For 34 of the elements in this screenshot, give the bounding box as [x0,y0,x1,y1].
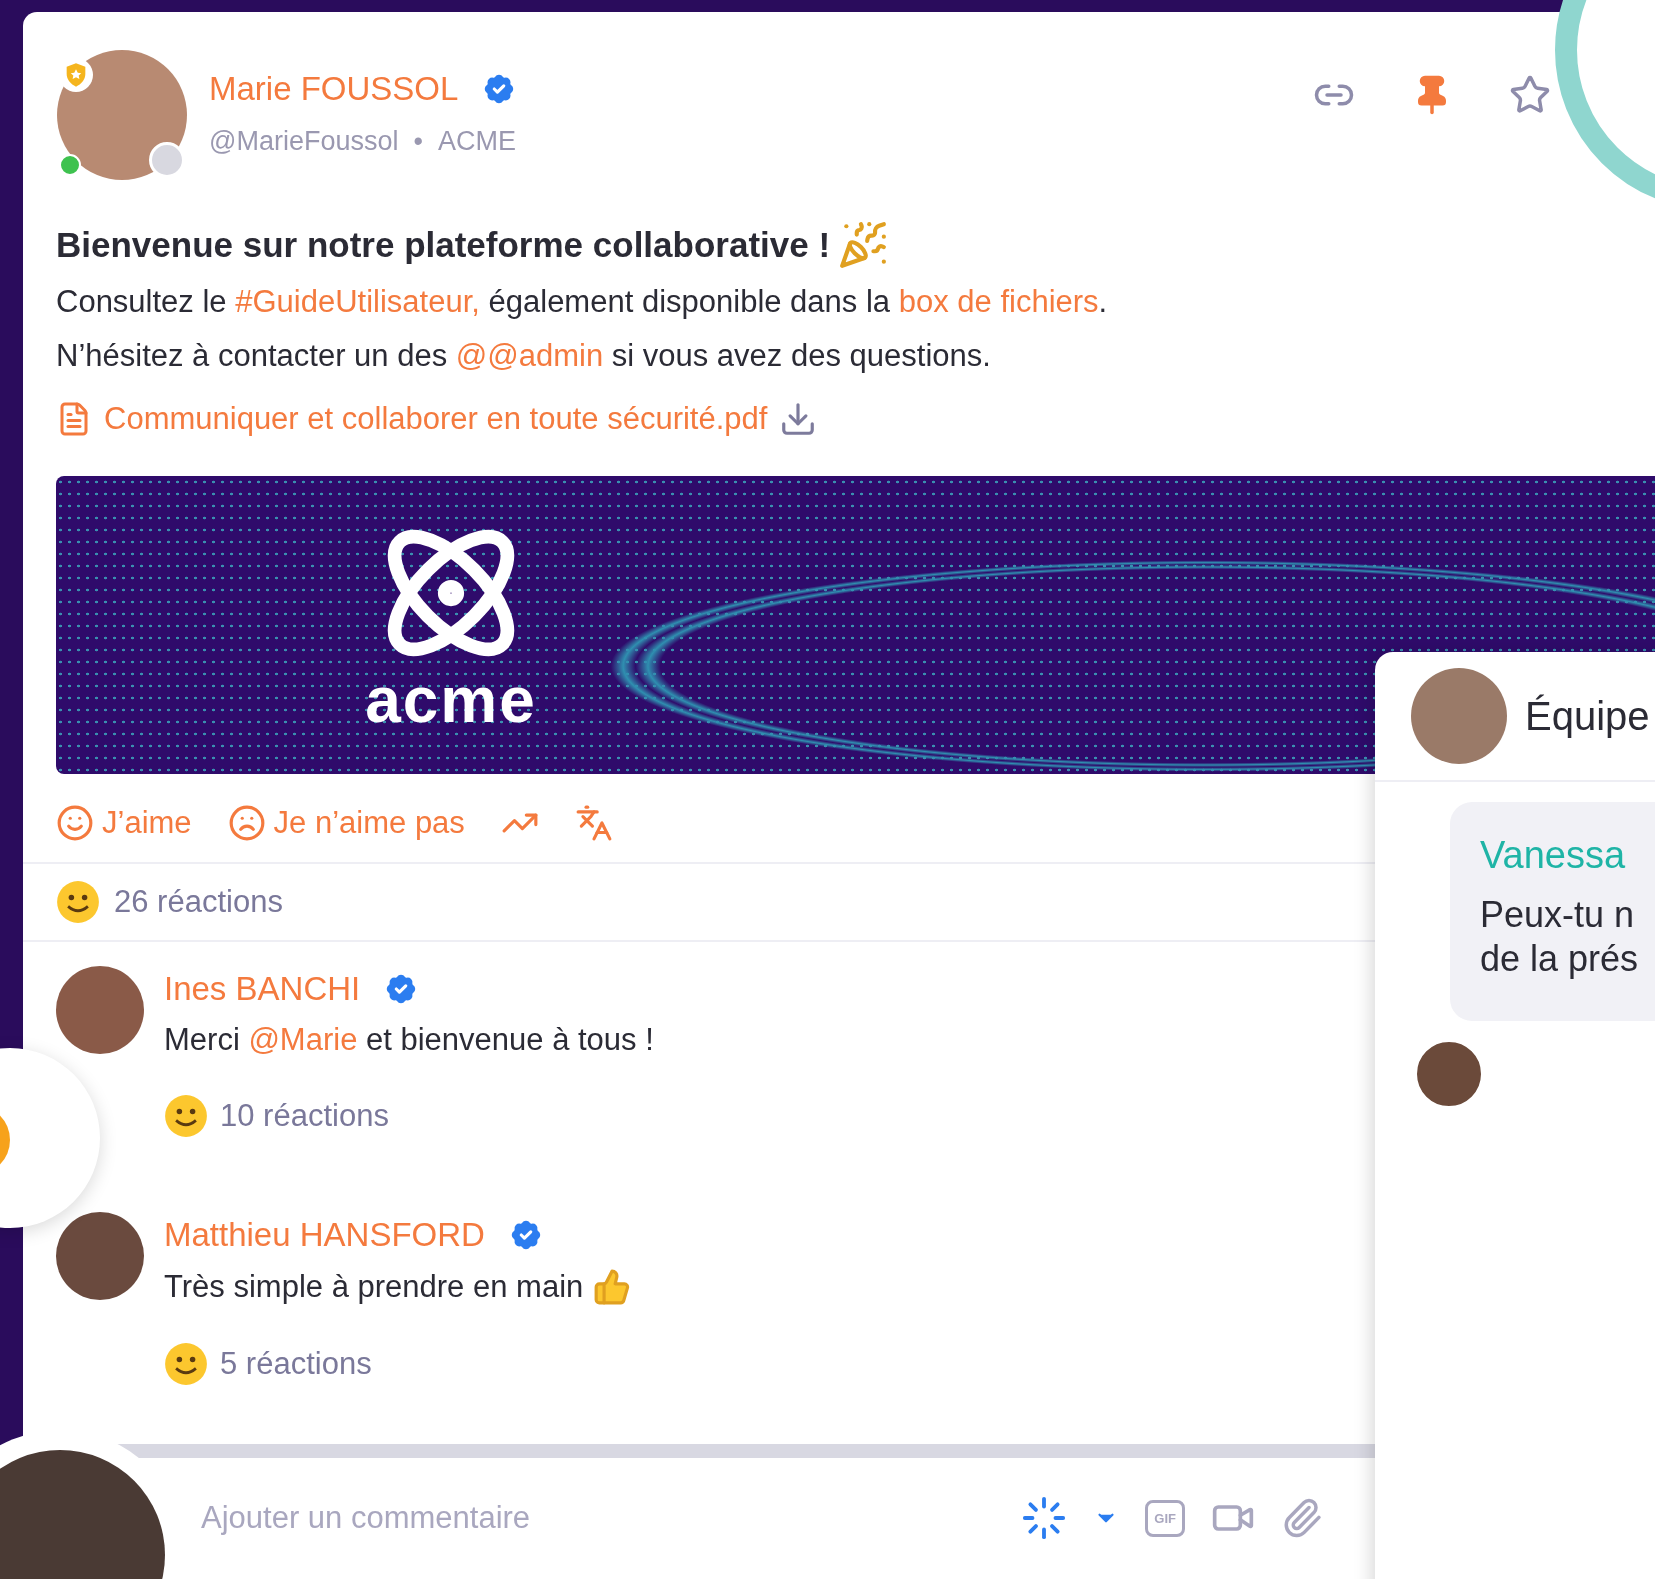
comment-author[interactable]: Ines BANCHI [164,970,361,1008]
smile-icon [56,804,94,842]
author-name[interactable]: Marie FOUSSOL [209,70,459,108]
author-handle: @MarieFoussol • ACME [209,126,517,157]
inline-link[interactable]: @@admin [455,338,604,373]
translate-icon[interactable] [574,804,613,842]
reaction-count[interactable]: 5 réactions [220,1346,372,1382]
inline-link[interactable]: box de fichiers [898,284,1099,319]
attachment-link[interactable]: Communiquer et collaborer en toute sécurité.pdf [104,401,768,437]
reaction-count[interactable]: 26 réactions [114,884,283,920]
star-icon[interactable] [1509,74,1551,116]
smiley-emoji-icon [164,1094,208,1138]
like-button[interactable]: J’aime [56,804,192,842]
reaction-count[interactable]: 10 réactions [220,1098,389,1134]
comment-text: Très simple à prendre en main [164,1268,632,1306]
post-title: Bienvenue sur notre plateforme collaborative ! [56,225,831,265]
sparkle-icon[interactable] [1021,1495,1068,1541]
dislike-button[interactable]: Je n’aime pas [227,804,465,842]
inline-link[interactable]: #GuideUtilisateur, [235,284,480,319]
thumbs-up-icon [593,1268,632,1306]
gif-button[interactable]: GIF [1145,1499,1185,1537]
post-text: Consultez le #GuideUtilisateur, également disponible dans la box de fichiers. [56,283,1109,321]
comment-author[interactable]: Matthieu HANSFORD [164,1216,485,1254]
smiley-emoji-icon [164,1342,208,1386]
chat-title: Équipe [1525,693,1650,739]
message-author: Vanessa [1480,834,1627,877]
post-text: N’hésitez à contacter un des @@admin si vous avez des questions. [56,337,992,375]
party-popper-icon [838,220,889,270]
message-text: Peux-tu n de la prés [1480,893,1640,981]
inline-link[interactable]: @Marie [248,1022,358,1057]
frown-icon [227,804,266,842]
smiley-emoji-icon [56,880,100,924]
comment-text: Merci @Marie et bienvenue à tous ! [164,1022,654,1058]
logo-wordmark: acme [365,668,537,732]
